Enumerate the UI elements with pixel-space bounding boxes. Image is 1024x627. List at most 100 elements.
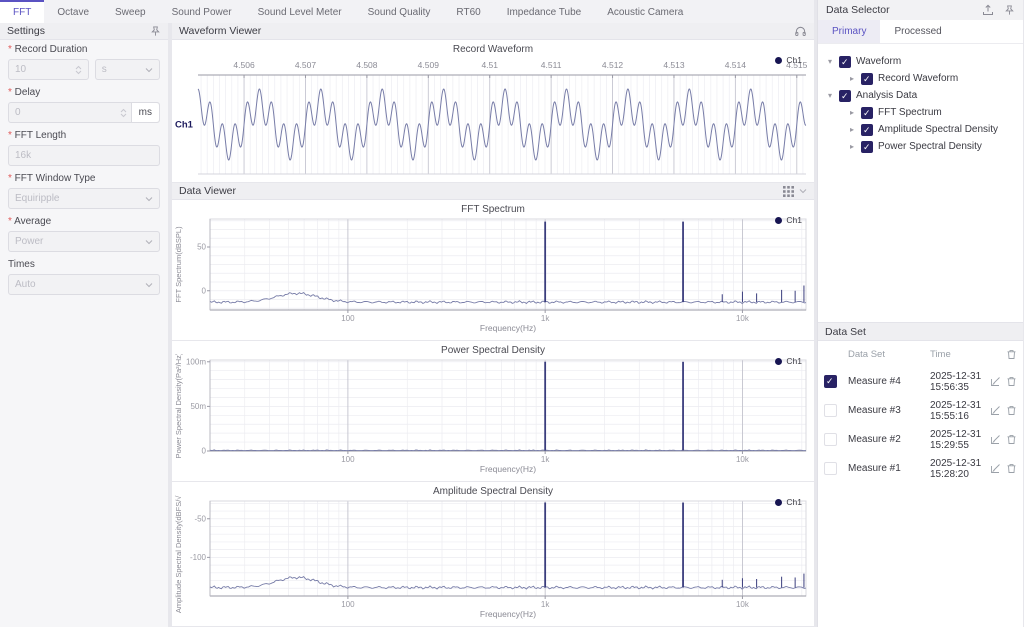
edit-icon[interactable] (990, 405, 1001, 416)
legend: Ch1 (775, 356, 802, 366)
power-spectral-density-plot[interactable]: 050m100m1001k10kFrequency(Hz)Power Spect… (172, 354, 814, 479)
chevron-down-icon[interactable] (799, 188, 807, 194)
checkbox-checked[interactable] (861, 73, 873, 85)
tab-primary[interactable]: Primary (818, 20, 880, 43)
checkbox-unchecked[interactable] (824, 404, 837, 417)
measure-name: Measure #2 (848, 434, 930, 445)
average-value: Power (15, 236, 145, 247)
pin-icon[interactable] (1004, 5, 1015, 16)
delete-icon[interactable] (1006, 405, 1017, 416)
svg-text:1k: 1k (541, 600, 550, 609)
power-spectral-density-card: Power Spectral Density Ch1 050m100m1001k… (172, 341, 814, 481)
caret-right-icon[interactable] (848, 125, 856, 134)
delete-all-icon[interactable] (1006, 349, 1017, 360)
svg-text:10k: 10k (736, 600, 750, 609)
power-spectral-density-title: Power Spectral Density (172, 341, 814, 354)
svg-text:1k: 1k (541, 314, 550, 323)
caret-down-icon[interactable] (826, 57, 834, 66)
fft-window-type-select[interactable]: Equiripple (8, 188, 160, 209)
tab-sound-level-meter[interactable]: Sound Level Meter (245, 0, 355, 23)
measure-time: 2025-12-31 15:55:16 (930, 400, 983, 422)
caret-right-icon[interactable] (848, 74, 856, 83)
settings-title: Settings (7, 25, 45, 37)
legend-dot (775, 499, 782, 506)
checkbox-unchecked[interactable] (824, 433, 837, 446)
fft-window-type-label: FFT Window Type (8, 173, 160, 184)
tab-fft[interactable]: FFT (0, 0, 44, 23)
caret-right-icon[interactable] (848, 142, 856, 151)
tab-sweep[interactable]: Sweep (102, 0, 159, 23)
delay-label: Delay (8, 87, 160, 98)
table-row[interactable]: Measure #4 2025-12-31 15:56:35 (824, 367, 1017, 396)
delay-value[interactable] (15, 107, 120, 118)
checkbox-checked[interactable] (861, 124, 873, 136)
table-row[interactable]: Measure #2 2025-12-31 15:29:55 (824, 425, 1017, 454)
tab-processed[interactable]: Processed (880, 20, 955, 43)
data-set-panel: Data Set Data Set Time Measure #4 2025-1… (818, 322, 1023, 627)
pin-icon[interactable] (150, 26, 161, 37)
table-row[interactable]: Measure #1 2025-12-31 15:28:20 (824, 454, 1017, 483)
legend-label: Ch1 (786, 215, 802, 225)
fft-spectrum-plot[interactable]: 0501001k10kFrequency(Hz)FFT Spectrum(dBS… (172, 213, 814, 338)
record-duration-value[interactable] (15, 64, 75, 75)
checkbox-checked[interactable] (839, 56, 851, 68)
right-panel: Data Selector Primary Processed Waveform… (817, 0, 1023, 627)
tree-item-amplitude-spectral-density[interactable]: Amplitude Spectral Density (826, 121, 1015, 138)
tree-item-fft-spectrum[interactable]: FFT Spectrum (826, 104, 1015, 121)
tree-item-analysis-data[interactable]: Analysis Data (826, 87, 1015, 104)
average-select[interactable]: Power (8, 231, 160, 252)
headphones-icon[interactable] (794, 25, 807, 37)
caret-down-icon[interactable] (826, 91, 834, 100)
checkbox-checked[interactable] (861, 107, 873, 119)
delete-icon[interactable] (1006, 463, 1017, 474)
tree-item-waveform[interactable]: Waveform (826, 53, 1015, 70)
legend: Ch1 (775, 215, 802, 225)
svg-text:0: 0 (202, 286, 207, 295)
data-selector-title: Data Selector (826, 4, 890, 16)
record-duration-input[interactable] (8, 59, 89, 80)
tree-item-label: Amplitude Spectral Density (878, 124, 998, 135)
svg-text:4.513: 4.513 (663, 60, 685, 70)
chart-area: Waveform Viewer Record Waveform Ch1 4.50… (172, 23, 814, 627)
tree-item-record-waveform[interactable]: Record Waveform (826, 70, 1015, 87)
legend: Ch1 (775, 497, 802, 507)
edit-icon[interactable] (990, 463, 1001, 474)
record-duration-unit-select[interactable]: s (95, 59, 160, 80)
tab-octave[interactable]: Octave (44, 0, 102, 23)
edit-icon[interactable] (990, 434, 1001, 445)
tab-sound-quality[interactable]: Sound Quality (355, 0, 444, 23)
amplitude-spectral-density-plot[interactable]: -50-1001001k10kFrequency(Hz)Amplitude Sp… (172, 495, 814, 624)
checkbox-checked[interactable] (839, 90, 851, 102)
svg-text:-100: -100 (190, 553, 207, 562)
tab-impedance-tube[interactable]: Impedance Tube (494, 0, 595, 23)
tree-item-label: Analysis Data (856, 90, 917, 101)
caret-right-icon[interactable] (848, 108, 856, 117)
tab-acoustic-camera[interactable]: Acoustic Camera (594, 0, 696, 23)
svg-text:4.506: 4.506 (233, 60, 255, 70)
delay-input[interactable]: ms (8, 102, 160, 123)
record-waveform-card: Record Waveform Ch1 4.5064.5074.5084.509… (172, 40, 814, 182)
table-row[interactable]: Measure #3 2025-12-31 15:55:16 (824, 396, 1017, 425)
svg-text:50: 50 (197, 243, 206, 252)
checkbox-checked[interactable] (861, 141, 873, 153)
delete-icon[interactable] (1006, 434, 1017, 445)
export-icon[interactable] (982, 4, 994, 16)
amplitude-spectral-density-card: Amplitude Spectral Density Ch1 -50-10010… (172, 482, 814, 626)
waveform-viewer-header: Waveform Viewer (172, 23, 814, 40)
legend-dot (775, 217, 782, 224)
tab-rt60[interactable]: RT60 (443, 0, 493, 23)
grid-layout-icon[interactable] (783, 186, 794, 197)
fft-length-value[interactable] (15, 150, 153, 161)
svg-text:Frequency(Hz): Frequency(Hz) (480, 464, 536, 474)
fft-length-input[interactable] (8, 145, 160, 166)
edit-icon[interactable] (990, 376, 1001, 387)
svg-text:4.511: 4.511 (541, 60, 562, 70)
checkbox-unchecked[interactable] (824, 462, 837, 475)
delete-icon[interactable] (1006, 376, 1017, 387)
checkbox-checked[interactable] (824, 375, 837, 388)
tree-item-power-spectral-density[interactable]: Power Spectral Density (826, 138, 1015, 155)
tab-sound-power[interactable]: Sound Power (159, 0, 245, 23)
times-select[interactable]: Auto (8, 274, 160, 295)
svg-text:4.512: 4.512 (602, 60, 624, 70)
record-waveform-plot[interactable]: 4.5064.5074.5084.5094.514.5114.5124.5134… (172, 53, 814, 180)
